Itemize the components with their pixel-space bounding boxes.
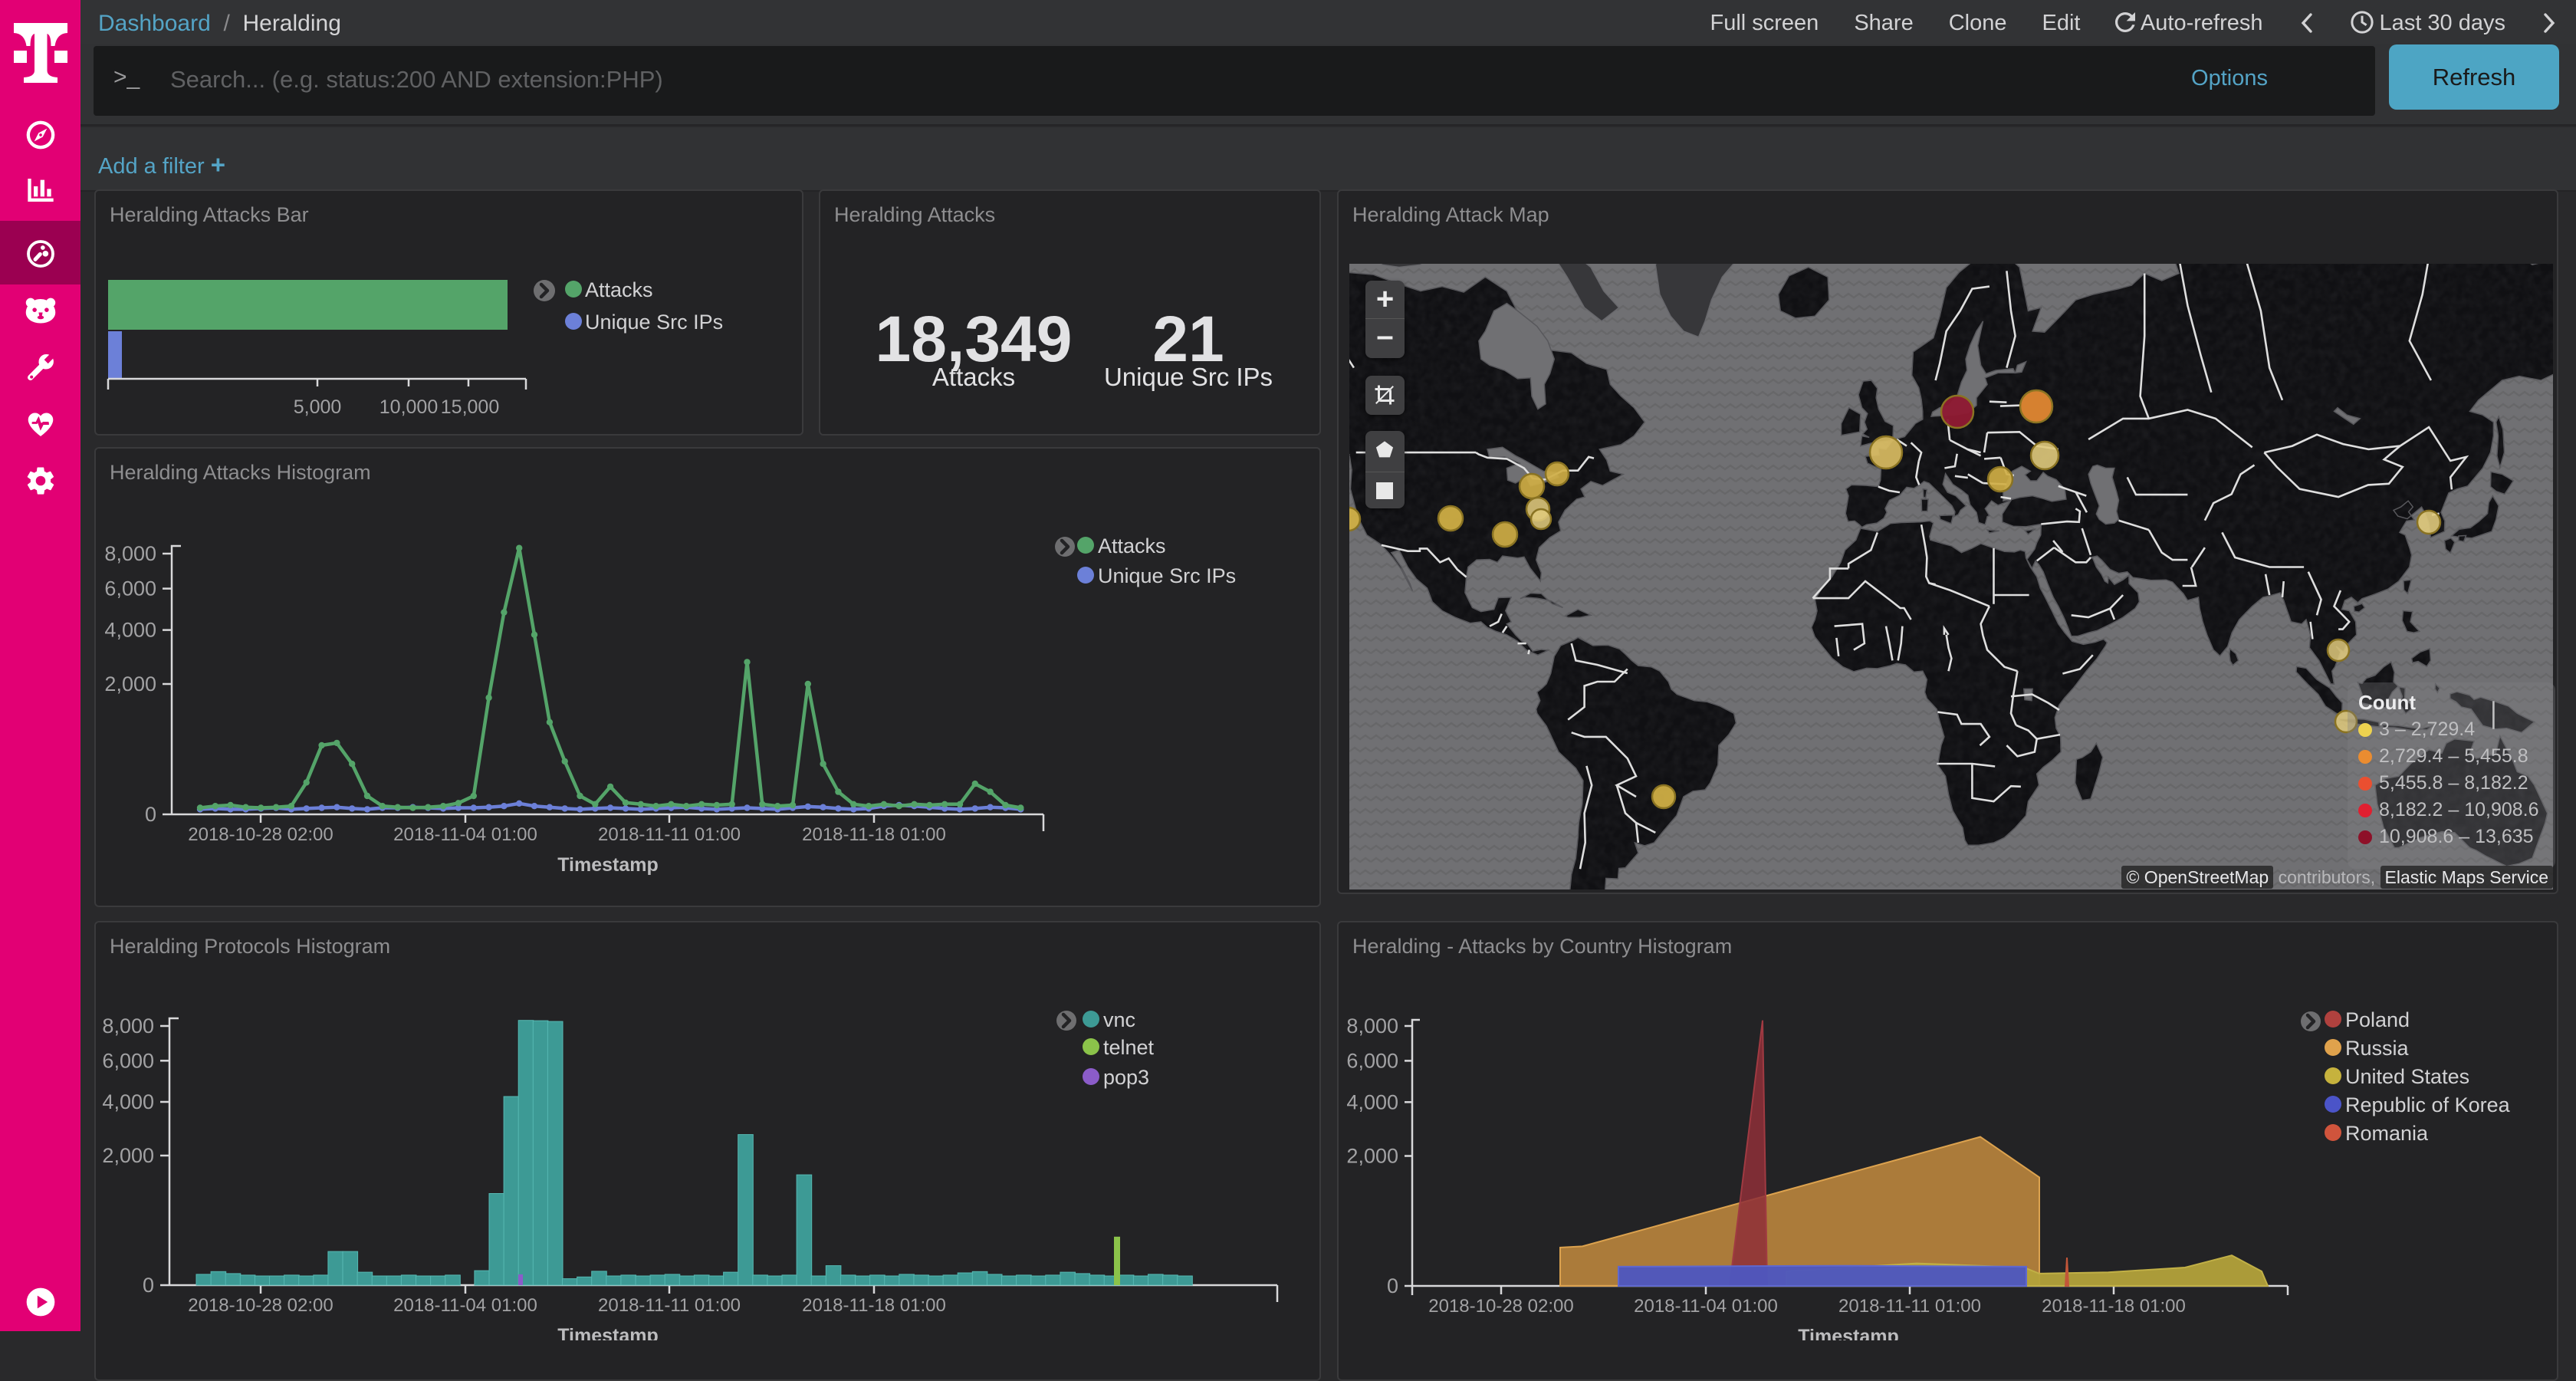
svg-text:United States: United States bbox=[2345, 1065, 2469, 1088]
svg-text:Russia: Russia bbox=[2345, 1037, 2410, 1060]
svg-text:pop3: pop3 bbox=[1103, 1066, 1149, 1089]
svg-text:2,000: 2,000 bbox=[1346, 1145, 1398, 1168]
svg-text:2018-11-18 01:00: 2018-11-18 01:00 bbox=[2042, 1296, 2186, 1317]
svg-text:4,000: 4,000 bbox=[102, 1090, 154, 1113]
svg-text:Attacks: Attacks bbox=[585, 278, 653, 301]
svg-text:Attacks: Attacks bbox=[1098, 534, 1166, 557]
svg-text:0: 0 bbox=[143, 1274, 154, 1297]
svg-text:2018-11-11 01:00: 2018-11-11 01:00 bbox=[598, 1295, 741, 1316]
svg-text:2,000: 2,000 bbox=[104, 672, 156, 695]
svg-text:6,000: 6,000 bbox=[102, 1049, 154, 1072]
svg-text:4,000: 4,000 bbox=[1346, 1090, 1398, 1113]
svg-text:vnc: vnc bbox=[1103, 1008, 1135, 1031]
svg-text:Republic of Korea: Republic of Korea bbox=[2345, 1093, 2511, 1116]
svg-text:2018-11-04 01:00: 2018-11-04 01:00 bbox=[393, 1295, 537, 1316]
svg-text:2018-11-11 01:00: 2018-11-11 01:00 bbox=[1838, 1296, 1981, 1317]
svg-text:2018-11-11 01:00: 2018-11-11 01:00 bbox=[598, 824, 741, 845]
svg-text:8,000: 8,000 bbox=[104, 542, 156, 565]
svg-text:2018-10-28 02:00: 2018-10-28 02:00 bbox=[188, 1295, 334, 1316]
svg-text:2,000: 2,000 bbox=[102, 1144, 154, 1167]
svg-text:2018-11-18 01:00: 2018-11-18 01:00 bbox=[802, 824, 946, 845]
svg-text:telnet: telnet bbox=[1103, 1036, 1155, 1059]
svg-text:8,000: 8,000 bbox=[102, 1014, 154, 1037]
svg-text:8,000: 8,000 bbox=[1346, 1014, 1398, 1037]
svg-text:5,000: 5,000 bbox=[294, 396, 342, 418]
svg-text:Timestamp: Timestamp bbox=[1798, 1326, 1899, 1340]
svg-text:Timestamp: Timestamp bbox=[557, 1325, 659, 1340]
svg-text:Romania: Romania bbox=[2345, 1122, 2429, 1145]
svg-text:0: 0 bbox=[145, 803, 156, 826]
svg-text:4,000: 4,000 bbox=[104, 619, 156, 642]
svg-text:15,000: 15,000 bbox=[441, 396, 499, 418]
svg-text:6,000: 6,000 bbox=[104, 577, 156, 600]
svg-text:Timestamp: Timestamp bbox=[557, 854, 659, 876]
svg-text:2018-11-18 01:00: 2018-11-18 01:00 bbox=[802, 1295, 946, 1316]
svg-text:Unique Src IPs: Unique Src IPs bbox=[1098, 564, 1236, 587]
svg-text:6,000: 6,000 bbox=[1346, 1049, 1398, 1072]
svg-text:2018-10-28 02:00: 2018-10-28 02:00 bbox=[188, 824, 334, 845]
svg-text:0: 0 bbox=[1387, 1274, 1398, 1297]
svg-text:10,000: 10,000 bbox=[380, 396, 438, 418]
svg-text:Unique Src IPs: Unique Src IPs bbox=[585, 311, 723, 334]
svg-text:2018-11-04 01:00: 2018-11-04 01:00 bbox=[1634, 1296, 1778, 1317]
svg-text:2018-11-04 01:00: 2018-11-04 01:00 bbox=[393, 824, 537, 845]
svg-text:Poland: Poland bbox=[2345, 1008, 2410, 1031]
svg-text:2018-10-28 02:00: 2018-10-28 02:00 bbox=[1428, 1296, 1574, 1317]
